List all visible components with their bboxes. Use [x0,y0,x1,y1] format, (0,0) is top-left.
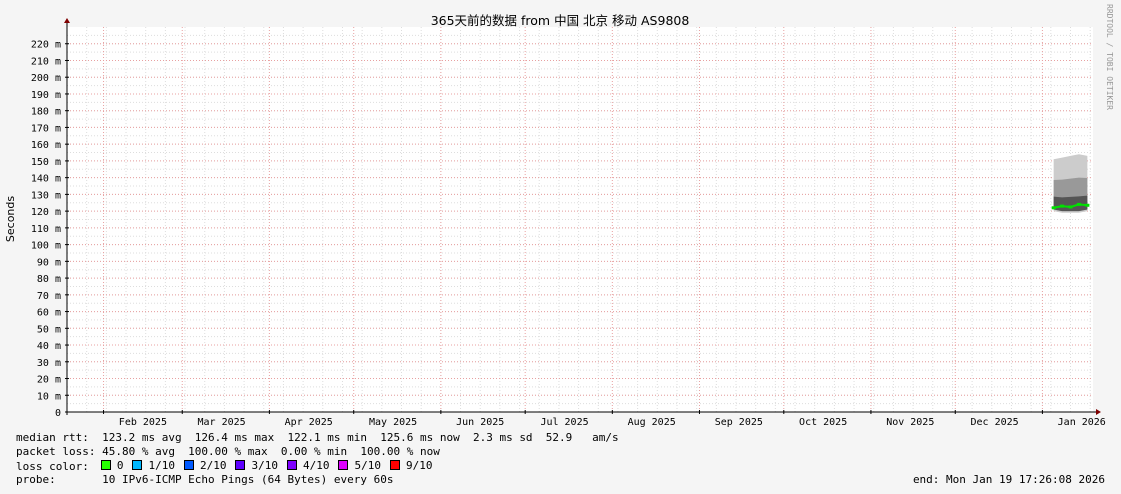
y-tick-label: 170 m [31,123,61,134]
x-axis-arrow [1096,409,1101,415]
y-tick-label: 160 m [31,140,61,151]
y-tick-label: 40 m [37,341,61,352]
loss-color-item: 3/10 [235,459,278,472]
loss-color-item: 4/10 [286,458,330,472]
y-tick-label: 120 m [31,207,61,218]
x-tick-label: Aug 2025 [628,417,676,428]
x-tick-label: Feb 2025 [119,417,167,428]
chart-title: 365天前的数据 from 中国 北京 移动 AS9808 [431,13,690,28]
loss-color-swatch [389,460,400,471]
y-tick-label: 20 m [37,375,61,386]
x-tick-label: May 2025 [369,417,417,428]
loss-color-text: 0 [116,458,124,472]
x-tick-label: Dec 2025 [971,417,1019,428]
y-tick-label: 180 m [31,107,61,118]
loss-color-swatch [338,460,349,471]
y-tick-label: 10 m [37,391,61,402]
y-tick-label: 90 m [37,257,61,268]
latency-chart: 0 10 m 20 m 30 m 40 m 50 m 60 m 70 m 80 m 90 m 100… [4,4,1114,428]
y-tick-label: 80 m [37,274,61,285]
y-axis-label: Seconds [4,196,17,242]
median-point [1068,205,1073,209]
loss-color-text: 1/10 [148,458,175,472]
y-tick-label: 200 m [31,73,61,84]
loss-color-text: 5/10 [354,458,381,472]
loss-color-item: 5/10 [338,459,381,472]
loss-color-item: 2/10 [183,458,227,472]
median-rtt-line: median rtt: 123.2 ms avg 126.4 ms max 12… [16,431,619,444]
x-tick-label: Mar 2025 [198,417,246,428]
packet-loss-line: packet loss: 45.80 % avg 100.00 % max 0.… [16,445,440,458]
x-tick-label: Nov 2025 [886,417,934,428]
y-tick-label: 130 m [31,190,61,201]
smoke-inner-band [1053,195,1088,212]
median-point [1060,204,1065,208]
y-tick-label: 150 m [31,157,61,168]
x-tick-label: Jun 2025 [456,417,504,428]
loss-color-swatch [100,460,111,471]
loss-color-text: 9/10 [405,458,433,472]
y-tick-label: 210 m [31,56,61,67]
x-tick-labels: Feb 2025 Mar 2025 Apr 2025 May 2025 Jun 2025… [119,417,1106,428]
y-tick-label: 110 m [31,224,61,235]
y-tick-label: 60 m [37,308,61,319]
loss-color-text: 3/10 [251,458,278,472]
y-tick-label: 220 m [31,40,61,51]
x-tick-label: Jan 2026 [1058,417,1106,428]
loss-color-item: 9/10 [389,458,433,472]
loss-color-swatch [286,460,297,471]
loss-color-text: 4/10 [302,458,330,472]
median-point [1051,206,1056,210]
median-point [1076,202,1081,206]
loss-color-items: 0 1/10 2/10 3/10 4/10 5/10 9/10 [100,458,442,474]
y-tick-label: 0 [55,408,61,419]
y-tick-label: 140 m [31,174,61,185]
loss-color-text: 2/10 [199,458,227,472]
median-point [1085,203,1090,207]
y-tick-label: 50 m [37,324,61,335]
end-timestamp: end: Mon Jan 19 17:26:08 2026 [912,473,1105,486]
y-tick-label: 190 m [31,90,61,101]
loss-color-swatch [183,460,194,471]
y-tick-label: 70 m [37,291,61,302]
probe-line: probe: 10 IPv6-ICMP Echo Pings (64 Bytes… [16,473,394,486]
x-tick-label: Apr 2025 [285,417,333,428]
loss-color-item: 0 [100,458,124,472]
y-tick-labels: 0 10 m 20 m 30 m 40 m 50 m 60 m 70 m 80 m 90 m 100… [31,40,61,419]
x-tick-label: Sep 2025 [715,417,763,428]
loss-color-legend: loss color: 0 1/10 2/10 3/10 4/10 5/10 9/10 [16,459,441,473]
loss-color-swatch [235,460,246,471]
loss-color-swatch [132,460,143,471]
loss-color-item: 1/10 [132,459,175,472]
rrdtool-watermark: RRDTOOL / TOBI OETIKER [1105,4,1114,110]
loss-color-label: loss color: [16,459,89,473]
x-tick-label: Jul 2025 [540,417,588,428]
y-tick-label: 30 m [37,358,61,369]
x-tick-label: Oct 2025 [799,417,847,428]
y-axis-arrow [64,18,70,23]
y-tick-label: 100 m [31,241,61,252]
